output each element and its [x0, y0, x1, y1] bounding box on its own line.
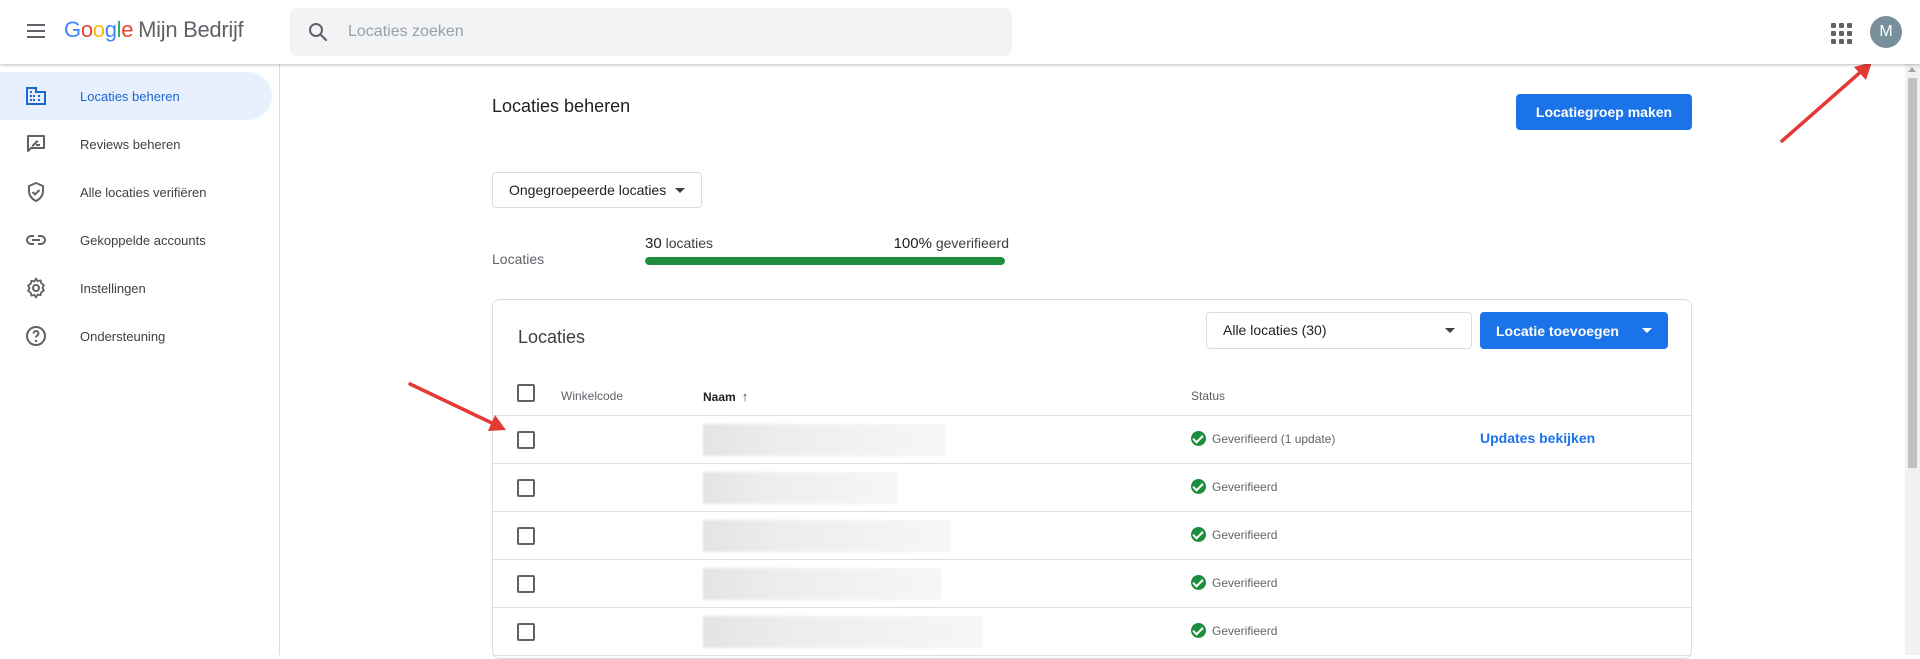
verified-check-icon — [1191, 575, 1206, 590]
sidebar-item-label: Instellingen — [80, 280, 146, 296]
top-app-bar: GoogleMijn Bedrijf M — [0, 0, 1920, 64]
add-location-button[interactable]: Locatie toevoegen — [1480, 312, 1668, 349]
rate-review-icon — [27, 135, 45, 152]
hamburger-menu-icon[interactable] — [24, 20, 48, 44]
dropdown-arrow-icon — [675, 188, 685, 193]
sidebar-item-label: Gekoppelde accounts — [80, 232, 206, 248]
row-checkbox[interactable] — [517, 623, 535, 641]
column-header-name-label: Naam — [703, 390, 736, 404]
location-count-suffix: locaties — [665, 235, 714, 251]
sidebar-item-instellingen[interactable]: Instellingen — [0, 264, 272, 312]
page-title: Locaties beheren — [492, 96, 631, 116]
sidebar-item-gekoppelde-accounts[interactable]: Gekoppelde accounts — [0, 216, 272, 264]
search-input[interactable] — [348, 8, 988, 56]
status-cell: Geverifieerd — [1191, 575, 1277, 590]
dropdown-arrow-icon — [1642, 328, 1652, 333]
status-cell: Geverifieerd — [1191, 527, 1277, 542]
redacted-location-name — [703, 568, 941, 600]
gear-icon — [27, 277, 45, 299]
row-checkbox[interactable] — [517, 431, 535, 449]
verified-shield-icon — [28, 182, 44, 202]
account-avatar[interactable]: M — [1870, 16, 1902, 48]
row-checkbox[interactable] — [517, 479, 535, 497]
create-location-group-button[interactable]: Locatiegroep maken — [1516, 94, 1692, 130]
status-cell: Geverifieerd (1 update) — [1191, 431, 1335, 446]
row-checkbox[interactable] — [517, 527, 535, 545]
sidebar-item-alle-locaties-verifieren[interactable]: Alle locaties verifiëren — [0, 168, 272, 216]
sidebar-item-label: Alle locaties verifiëren — [80, 184, 207, 200]
logo-letter: o — [80, 17, 93, 42]
verified-check-icon — [1191, 431, 1206, 446]
row-checkbox[interactable] — [517, 575, 535, 593]
sidebar-item-label: Locaties beheren — [80, 88, 180, 104]
dropdown-arrow-icon — [1445, 328, 1455, 333]
google-apps-icon[interactable] — [1828, 20, 1852, 44]
view-updates-link[interactable]: Updates bekijken — [1480, 430, 1595, 446]
status-cell: Geverifieerd — [1191, 479, 1277, 494]
status-text: Geverifieerd — [1212, 575, 1278, 590]
group-select[interactable]: Ongegroepeerde locaties — [492, 172, 702, 208]
logo-letter: g — [104, 17, 117, 42]
logo-letter: e — [121, 17, 134, 42]
table-row[interactable]: Geverifieerd — [493, 608, 1691, 656]
sidebar-item-locaties-beheren[interactable]: Locaties beheren — [0, 72, 272, 120]
search-icon — [309, 23, 328, 42]
sidebar-nav: Locaties beheren Reviews beheren Alle lo… — [0, 64, 280, 655]
status-text: Geverifieerd — [1212, 623, 1278, 638]
verified-percentage-value: 100% — [893, 235, 932, 252]
filter-value: Alle locaties (30) — [1223, 322, 1327, 338]
buildings-icon — [26, 87, 46, 105]
scroll-up-arrow-icon[interactable] — [1908, 67, 1916, 72]
select-all-checkbox[interactable] — [517, 384, 535, 402]
verified-check-icon — [1191, 479, 1206, 494]
redacted-location-name — [703, 424, 945, 456]
verified-check-icon — [1191, 623, 1206, 638]
locations-card: Locaties Alle locaties (30) Locatie toev… — [492, 299, 1692, 659]
location-count-value: 30 — [645, 235, 662, 252]
app-logo[interactable]: Google Mijn Bedrijf — [64, 17, 244, 43]
location-count: 30 locaties — [645, 235, 713, 252]
redacted-location-name — [703, 616, 983, 648]
card-title: Locaties — [518, 327, 586, 347]
help-icon — [26, 326, 46, 346]
status-cell: Geverifieerd — [1191, 623, 1277, 638]
status-text: Geverifieerd — [1212, 479, 1278, 494]
sidebar-item-reviews-beheren[interactable]: Reviews beheren — [0, 120, 272, 168]
search-bar[interactable] — [290, 8, 1012, 56]
column-header-name[interactable]: Naam ↑ — [703, 389, 748, 404]
status-text: Geverifieerd (1 update) — [1212, 431, 1336, 446]
location-filter-select[interactable]: Alle locaties (30) — [1206, 312, 1472, 349]
table-row[interactable]: Geverifieerd — [493, 512, 1691, 560]
progress-fill — [645, 257, 1005, 265]
scrollbar-thumb[interactable] — [1908, 78, 1917, 468]
verified-percentage-suffix: geverifieerd — [935, 235, 1009, 251]
logo-letter: o — [92, 17, 105, 42]
verified-percentage: 100% geverifieerd — [889, 235, 1009, 252]
redacted-location-name — [703, 472, 897, 504]
product-name: Mijn Bedrijf — [138, 17, 244, 42]
add-location-label: Locatie toevoegen — [1496, 322, 1619, 339]
table-row[interactable]: Geverifieerd — [493, 560, 1691, 608]
redacted-location-name — [703, 520, 951, 552]
table-row[interactable]: Geverifieerd (1 update) Updates bekijken — [493, 416, 1691, 464]
sort-ascending-icon: ↑ — [741, 389, 749, 404]
verification-progress-bar — [645, 257, 1005, 265]
column-header-store-code[interactable]: Winkelcode — [561, 389, 623, 403]
page-scrollbar[interactable] — [1905, 64, 1920, 655]
main-content: Locaties beheren Locatiegroep maken Onge… — [281, 64, 1905, 659]
group-select-value: Ongegroepeerde locaties — [509, 182, 667, 198]
sidebar-item-label: Ondersteuning — [80, 328, 166, 344]
verified-check-icon — [1191, 527, 1206, 542]
link-icon — [26, 235, 46, 245]
table-header: Winkelcode Naam ↑ Status — [493, 370, 1691, 416]
sidebar-item-label: Reviews beheren — [80, 136, 181, 152]
summary-label: Locaties — [492, 251, 545, 267]
column-header-status[interactable]: Status — [1191, 389, 1225, 403]
status-text: Geverifieerd — [1212, 527, 1278, 542]
logo-letter: G — [64, 17, 81, 42]
sidebar-item-ondersteuning[interactable]: Ondersteuning — [0, 312, 272, 360]
table-row[interactable]: Geverifieerd — [493, 464, 1691, 512]
